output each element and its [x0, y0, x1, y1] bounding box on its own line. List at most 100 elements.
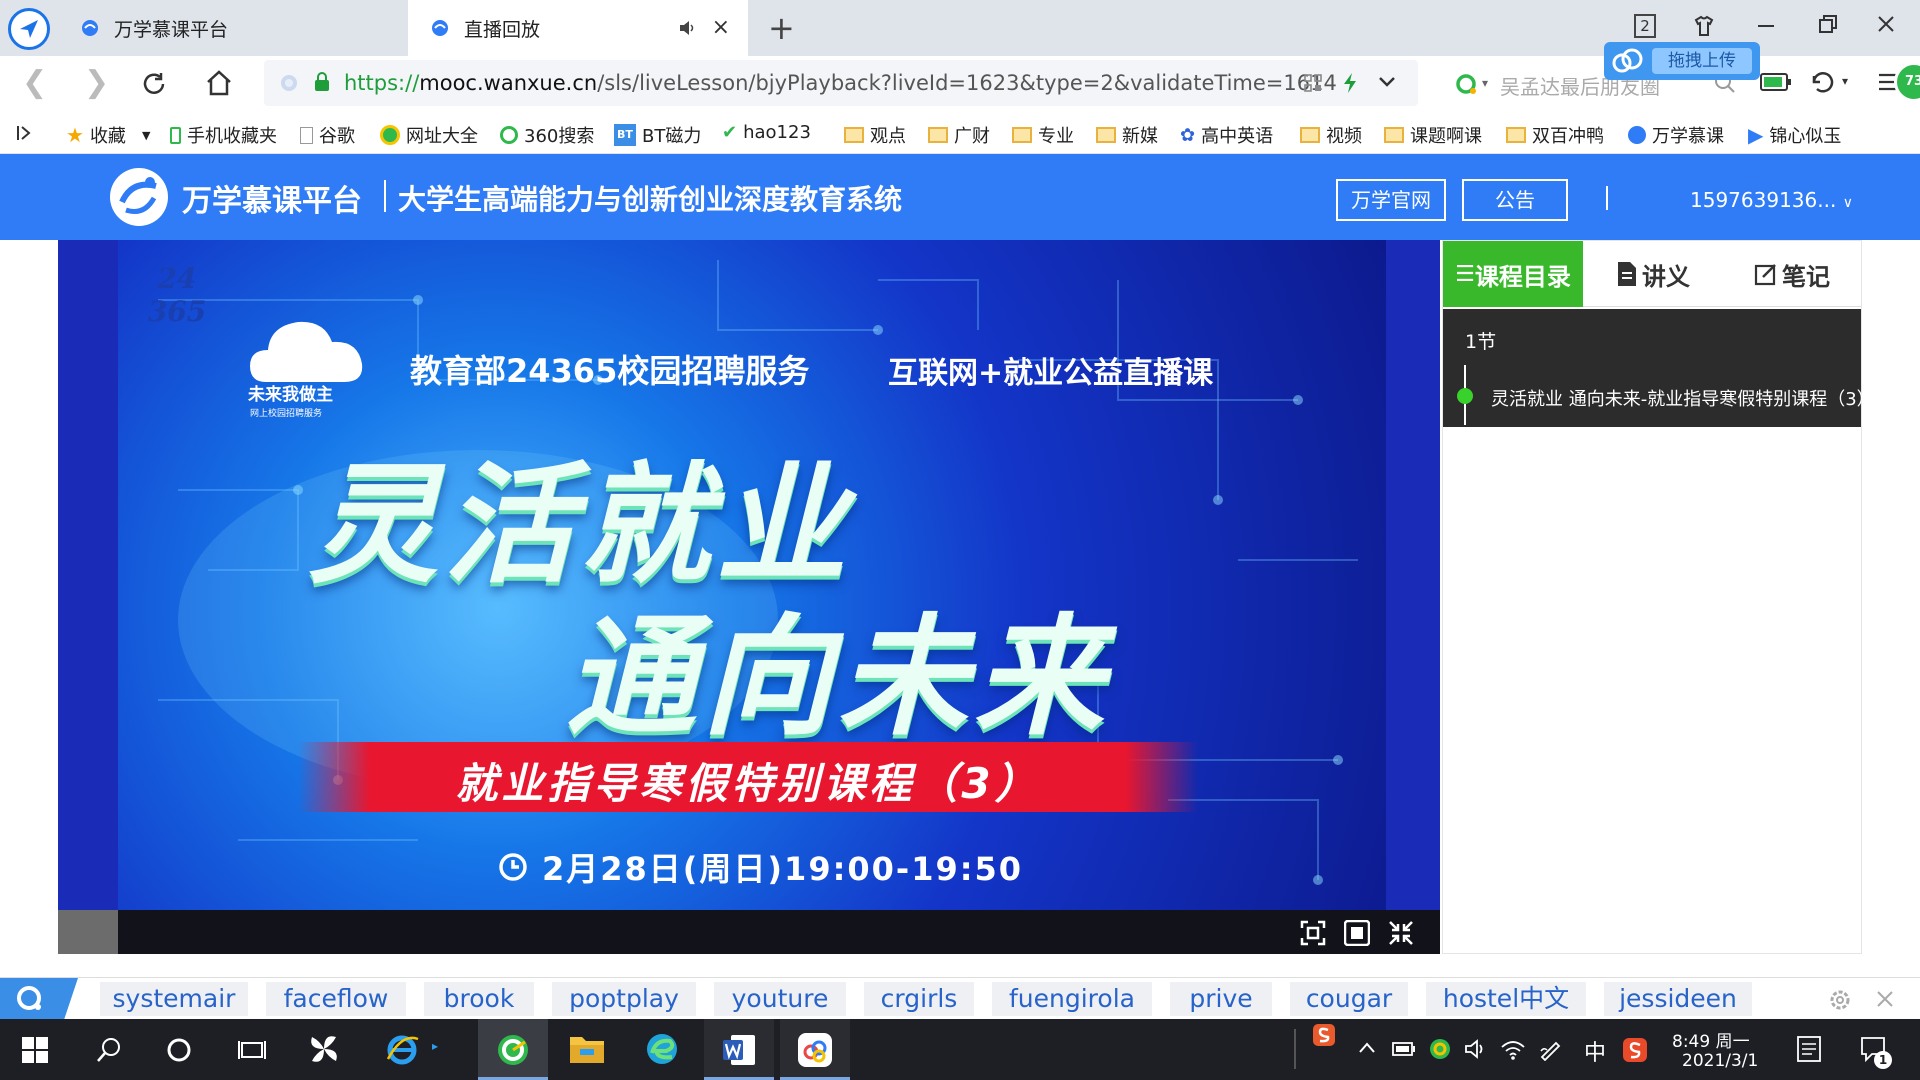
- bookmark-bt[interactable]: BT BT磁力: [614, 122, 701, 148]
- bookmark-hao123[interactable]: ✔ hao123: [722, 122, 811, 143]
- hot-search-item[interactable]: crgirls: [864, 982, 974, 1016]
- hot-search-item[interactable]: faceflow: [266, 982, 406, 1016]
- forward-icon[interactable]: ❯: [84, 68, 109, 98]
- settings-gear-icon[interactable]: [1828, 988, 1852, 1012]
- bookmark-favorites[interactable]: ★ 收藏 ▼: [66, 122, 150, 148]
- close-window-icon[interactable]: [1876, 14, 1896, 34]
- minimize-icon[interactable]: [1756, 14, 1776, 34]
- sogou-tray-icon[interactable]: [1312, 1023, 1336, 1047]
- chevron-down-icon[interactable]: ▼: [142, 129, 150, 142]
- hot-search-item[interactable]: poptplay: [552, 982, 696, 1016]
- exit-fullscreen-icon[interactable]: [1388, 920, 1414, 946]
- skin-icon[interactable]: [1692, 14, 1716, 38]
- hot-search-item[interactable]: brook: [424, 982, 534, 1016]
- bookmark-360search[interactable]: 360搜索: [500, 122, 594, 148]
- back-icon[interactable]: ❮: [22, 68, 47, 98]
- pen-icon[interactable]: [1538, 1037, 1562, 1061]
- close-icon[interactable]: [1876, 990, 1894, 1008]
- cortana-icon[interactable]: [166, 1037, 192, 1063]
- ime-indicator[interactable]: 中: [1584, 1035, 1606, 1067]
- tab-count-badge[interactable]: 2: [1634, 14, 1656, 38]
- bookmark-wanxue[interactable]: 万学慕课: [1628, 122, 1724, 148]
- browser-logo-icon[interactable]: [8, 8, 50, 50]
- new-tab-button[interactable]: +: [768, 10, 795, 46]
- notification-badge[interactable]: 73: [1894, 62, 1920, 102]
- video-player[interactable]: 24 365 未来我做主 网上校园招聘服务 教育部24365校园招聘服务 互联网…: [58, 240, 1440, 954]
- upload-tooltip[interactable]: 拖拽上传: [1604, 42, 1760, 80]
- file-explorer-icon[interactable]: [568, 1031, 606, 1065]
- battery-tray-icon[interactable]: [1392, 1041, 1416, 1057]
- battery-icon[interactable]: [1760, 72, 1792, 92]
- screenshot-icon[interactable]: [1300, 920, 1326, 946]
- site-brand[interactable]: 万学慕课平台: [182, 176, 362, 220]
- 360-search-icon[interactable]: [1454, 72, 1478, 96]
- video-frame[interactable]: 24 365 未来我做主 网上校园招聘服务 教育部24365校园招聘服务 互联网…: [118, 240, 1386, 910]
- undo-icon[interactable]: [1808, 70, 1834, 96]
- tab-wanxue-platform[interactable]: 万学慕课平台: [60, 0, 406, 56]
- tab-course-catalog[interactable]: ☰ 课程目录: [1443, 241, 1583, 307]
- taskbar-item-360browser[interactable]: [478, 1019, 548, 1080]
- restore-icon[interactable]: [1818, 14, 1838, 34]
- 360-tray-icon[interactable]: [1428, 1037, 1452, 1061]
- tab-handout[interactable]: 讲义: [1583, 241, 1723, 307]
- audio-playing-icon[interactable]: [678, 19, 696, 37]
- hot-search-item[interactable]: fuengirola: [992, 982, 1152, 1016]
- bookmark-folder-views[interactable]: 观点: [844, 122, 906, 148]
- hot-search-item[interactable]: hostel中文: [1426, 982, 1586, 1016]
- wanxue-logo-icon[interactable]: [110, 168, 168, 226]
- official-site-button[interactable]: 万学官网: [1336, 179, 1446, 221]
- notes-icon[interactable]: [1796, 1035, 1822, 1063]
- qr-code-icon[interactable]: [1304, 74, 1322, 92]
- sogou-input-icon[interactable]: [1622, 1037, 1648, 1063]
- bookmark-folder-major[interactable]: 专业: [1012, 122, 1074, 148]
- sidebar-toggle-icon[interactable]: [16, 124, 34, 142]
- bookmark-folder-video[interactable]: 视频: [1300, 122, 1362, 148]
- edge-browser-icon[interactable]: [644, 1031, 680, 1067]
- hot-search-item[interactable]: systemair: [100, 982, 248, 1016]
- hot-search-item[interactable]: cougar: [1290, 982, 1408, 1016]
- search-engine-dropdown-icon[interactable]: ▾: [1482, 76, 1488, 90]
- 360-browser-icon: [498, 1035, 528, 1065]
- tray-expand-icon[interactable]: [1358, 1041, 1376, 1055]
- bookmark-folder-newmedia[interactable]: 新媒: [1096, 122, 1158, 148]
- bookmark-nav[interactable]: 网址大全: [380, 122, 478, 148]
- list-item[interactable]: 灵活就业 通向未来-就业指导寒假特别课程（3）: [1491, 385, 1875, 411]
- tab-notes[interactable]: 笔记: [1723, 241, 1861, 307]
- refresh-icon[interactable]: [140, 70, 168, 98]
- ie-arrow-icon[interactable]: ▸: [432, 1039, 438, 1053]
- taskbar-item-word[interactable]: [704, 1019, 774, 1080]
- clock-date[interactable]: 2021/3/1: [1682, 1051, 1758, 1071]
- close-tab-icon[interactable]: ×: [712, 17, 730, 39]
- bookmark-folder-shuangbai[interactable]: 双百冲鸭: [1506, 122, 1604, 148]
- taskbar-item-cloud[interactable]: [780, 1019, 850, 1080]
- bookmark-mobile[interactable]: 手机收藏夹: [170, 122, 277, 148]
- wifi-icon[interactable]: [1500, 1037, 1526, 1061]
- clock-time[interactable]: 8:49 周一: [1672, 1027, 1750, 1052]
- bookmark-english[interactable]: ✿ 高中英语: [1180, 122, 1273, 148]
- task-view-icon[interactable]: [238, 1037, 266, 1063]
- web-fullscreen-icon[interactable]: [1344, 920, 1370, 946]
- bookmark-google[interactable]: 谷歌: [300, 122, 355, 148]
- hot-search-item[interactable]: youture: [714, 982, 846, 1016]
- volume-icon[interactable]: [1464, 1037, 1488, 1061]
- lightning-icon[interactable]: [1342, 72, 1358, 94]
- chevron-down-icon[interactable]: [1378, 76, 1396, 88]
- bookmark-folder-gdcai[interactable]: 广财: [928, 122, 990, 148]
- home-icon[interactable]: [204, 68, 234, 98]
- tab-live-replay[interactable]: 直播回放 ×: [408, 0, 748, 56]
- search-icon[interactable]: [96, 1037, 122, 1063]
- bookmark-jinxin[interactable]: ▶ 锦心似玉: [1748, 122, 1841, 148]
- hot-search-item[interactable]: jessideen: [1604, 982, 1752, 1016]
- pinwheel-app-icon[interactable]: [306, 1031, 342, 1067]
- bookmark-folder-topics[interactable]: 课题啊课: [1384, 122, 1482, 148]
- url-field[interactable]: https://mooc.wanxue.cn/sls/liveLesson/bj…: [264, 60, 1418, 106]
- user-account[interactable]: 1597639136... ∨: [1690, 188, 1853, 212]
- chevron-down-icon[interactable]: ∨: [1843, 195, 1853, 211]
- ie-browser-icon[interactable]: [384, 1031, 420, 1067]
- site-info-icon[interactable]: [280, 74, 298, 92]
- hot-search-item[interactable]: prive: [1170, 982, 1272, 1016]
- notice-button[interactable]: 公告: [1462, 179, 1568, 221]
- windows-start-icon[interactable]: [22, 1037, 48, 1063]
- hot-search-logo[interactable]: [0, 978, 78, 1020]
- undo-dropdown-icon[interactable]: ▾: [1842, 74, 1848, 88]
